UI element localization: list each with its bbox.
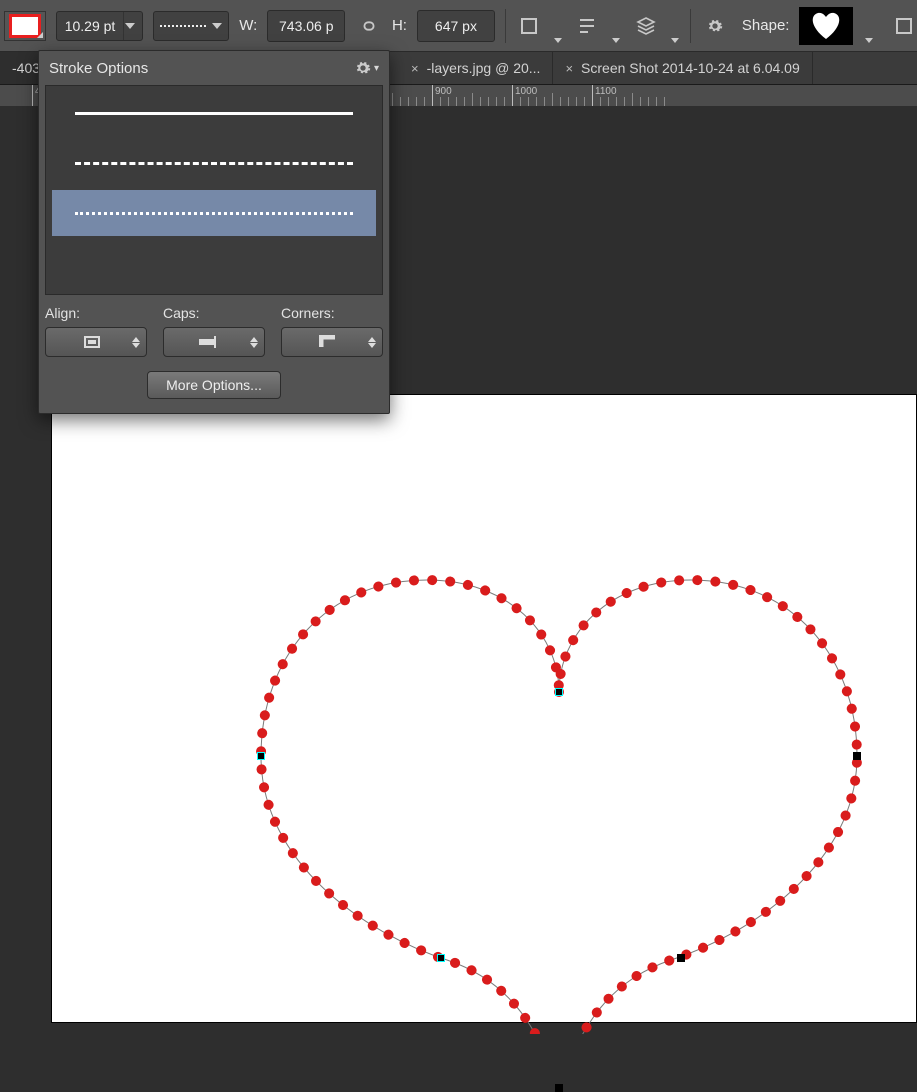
options-bar: W: H: Shape:: [0, 0, 917, 52]
panel-menu-button[interactable]: ▾: [355, 60, 379, 76]
shape-picker[interactable]: [799, 7, 852, 45]
anchor-point[interactable]: [853, 752, 861, 760]
more-options-button[interactable]: More Options...: [147, 371, 281, 399]
document-tab[interactable]: × Screen Shot 2014-10-24 at 6.04.09: [553, 52, 812, 84]
stroke-preset-list[interactable]: [45, 85, 383, 295]
divider: [505, 9, 506, 43]
document-tab[interactable]: × -layers.jpg @ 20...: [399, 52, 553, 84]
stroke-width-input[interactable]: [57, 17, 123, 35]
align-dropdown[interactable]: [45, 327, 147, 357]
caps-label: Caps:: [163, 305, 265, 321]
align-label: Align:: [45, 305, 147, 321]
align-icon: [577, 16, 597, 36]
shape-label: Shape:: [742, 17, 790, 34]
path-arrangement-button[interactable]: [632, 12, 659, 40]
caps-control: Caps:: [163, 305, 265, 357]
path-alignment-caret[interactable]: [611, 5, 622, 46]
align-control: Align:: [45, 305, 147, 357]
stepper-icon: [368, 337, 376, 348]
tab-label: -layers.jpg @ 20...: [427, 60, 541, 76]
tool-settings-button[interactable]: [701, 12, 728, 40]
gear-icon: [355, 60, 371, 76]
stroke-type-dropdown[interactable]: [153, 11, 229, 41]
anchor-point[interactable]: [677, 954, 685, 962]
layers-icon: [636, 16, 656, 36]
width-label: W:: [239, 17, 257, 34]
path-operations-button[interactable]: [516, 12, 543, 40]
square-icon: [895, 17, 913, 35]
path-operations-caret[interactable]: [553, 5, 564, 46]
anchor-point[interactable]: [555, 1084, 563, 1092]
link-dimensions-button[interactable]: [355, 12, 382, 40]
heart-shape-path[interactable]: [51, 394, 917, 1034]
stroke-preset-dotted[interactable]: [52, 190, 376, 236]
dotted-line-icon: [160, 25, 206, 27]
divider: [690, 9, 691, 43]
tab-label: -403: [12, 60, 40, 76]
anchor-point[interactable]: [555, 688, 563, 696]
dropdown-caret-icon: [37, 32, 43, 38]
stroke-options-panel: Stroke Options ▾ Align: Caps: Corners:: [38, 50, 390, 414]
height-input[interactable]: [417, 10, 495, 42]
stepper-icon: [250, 337, 258, 348]
stroke-width-stepper[interactable]: [123, 12, 142, 40]
heart-icon: [804, 9, 848, 43]
anchor-point[interactable]: [437, 954, 445, 962]
close-icon[interactable]: ×: [411, 61, 419, 76]
stepper-icon: [132, 337, 140, 348]
canvas[interactable]: [51, 394, 917, 1023]
tab-label: Screen Shot 2014-10-24 at 6.04.09: [581, 60, 800, 76]
extra-option-button[interactable]: [890, 12, 917, 40]
path-alignment-button[interactable]: [574, 12, 601, 40]
link-icon: [358, 18, 380, 34]
gear-icon: [707, 18, 723, 34]
corners-control: Corners:: [281, 305, 383, 357]
stroke-preset-solid[interactable]: [52, 90, 376, 136]
stroke-preset-empty[interactable]: [52, 240, 376, 286]
path-arrangement-caret[interactable]: [669, 5, 680, 46]
shape-picker-caret[interactable]: [863, 5, 874, 46]
fill-stroke-swatch[interactable]: [4, 11, 46, 41]
panel-title: Stroke Options: [49, 60, 148, 77]
butt-cap-icon: [170, 336, 250, 348]
close-icon[interactable]: ×: [565, 61, 573, 76]
stroke-controls-row: Align: Caps: Corners:: [39, 295, 389, 361]
height-label: H:: [392, 17, 407, 34]
corners-dropdown[interactable]: [281, 327, 383, 357]
stroke-width-field[interactable]: [56, 11, 143, 41]
panel-header: Stroke Options ▾: [39, 51, 389, 85]
chevron-down-icon: [212, 23, 222, 29]
anchor-point[interactable]: [257, 752, 265, 760]
caps-dropdown[interactable]: [163, 327, 265, 357]
miter-corner-icon: [288, 335, 368, 349]
square-icon: [519, 16, 539, 36]
stroke-preset-dashed[interactable]: [52, 140, 376, 186]
corners-label: Corners:: [281, 305, 383, 321]
width-input[interactable]: [267, 10, 345, 42]
align-center-icon: [52, 335, 132, 349]
